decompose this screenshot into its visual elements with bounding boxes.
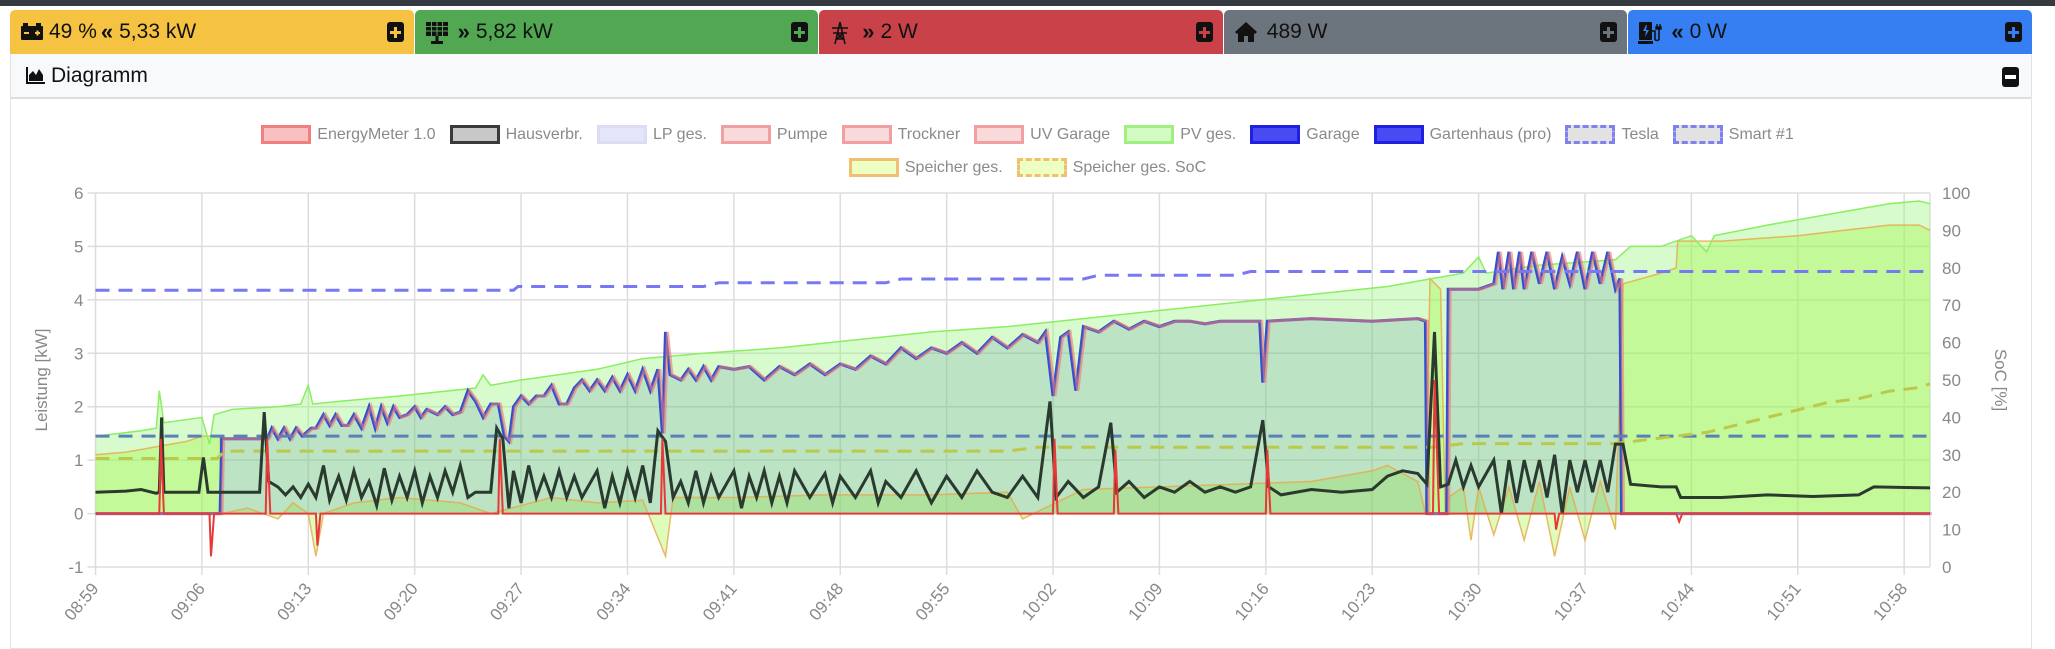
y-left-tick-label: 5	[74, 237, 83, 256]
x-tick-label: 10:44	[1657, 579, 1699, 624]
y-right-tick-label: 30	[1942, 446, 1961, 465]
x-tick-label: 10:37	[1550, 579, 1592, 624]
y-right-tick-label: 20	[1942, 483, 1961, 502]
x-tick-label: 09:41	[699, 579, 741, 624]
y-left-tick-label: 1	[74, 451, 83, 470]
y-right-tick-label: 100	[1942, 184, 1970, 203]
y-right-tick-label: 70	[1942, 296, 1961, 315]
y-right-tick-label: 90	[1942, 221, 1961, 240]
y-right-tick-label: 40	[1942, 408, 1961, 427]
y-right-axis-title: SoC [%]	[1991, 349, 2010, 411]
y-left-tick-label: 4	[74, 291, 83, 310]
x-tick-label: 09:34	[593, 579, 635, 624]
x-tick-label: 09:13	[273, 579, 315, 624]
x-tick-label: 10:02	[1018, 579, 1060, 624]
y-right-tick-label: 0	[1942, 558, 1951, 577]
y-left-tick-label: 0	[74, 505, 83, 524]
y-left-tick-label: 6	[74, 184, 83, 203]
x-tick-label: 09:55	[912, 579, 954, 624]
y-left-axis-title: Leistung [kW]	[32, 329, 51, 432]
x-tick-label: 09:06	[167, 579, 209, 624]
y-left-tick-label: -1	[68, 558, 83, 577]
y-left-tick-label: 3	[74, 344, 83, 363]
x-tick-label: 09:27	[486, 579, 528, 624]
x-tick-label: 10:23	[1337, 579, 1379, 624]
x-tick-label: 10:30	[1444, 579, 1486, 624]
x-tick-label: 10:09	[1125, 579, 1167, 624]
x-tick-label: 09:48	[805, 579, 847, 624]
x-tick-label: 10:51	[1763, 579, 1805, 624]
y-right-tick-label: 80	[1942, 259, 1961, 278]
power-chart: -10123456010203040506070809010008:59 09:0…	[32, 184, 2010, 624]
y-right-tick-label: 60	[1942, 334, 1961, 353]
x-tick-label: 10:58	[1869, 579, 1911, 624]
x-tick-label: 10:16	[1231, 579, 1273, 624]
y-left-tick-label: 2	[74, 398, 83, 417]
y-right-tick-label: 50	[1942, 371, 1961, 390]
y-right-tick-label: 10	[1942, 521, 1961, 540]
x-tick-label: 09:20	[380, 579, 422, 624]
x-tick-label: 08:59	[61, 579, 103, 624]
